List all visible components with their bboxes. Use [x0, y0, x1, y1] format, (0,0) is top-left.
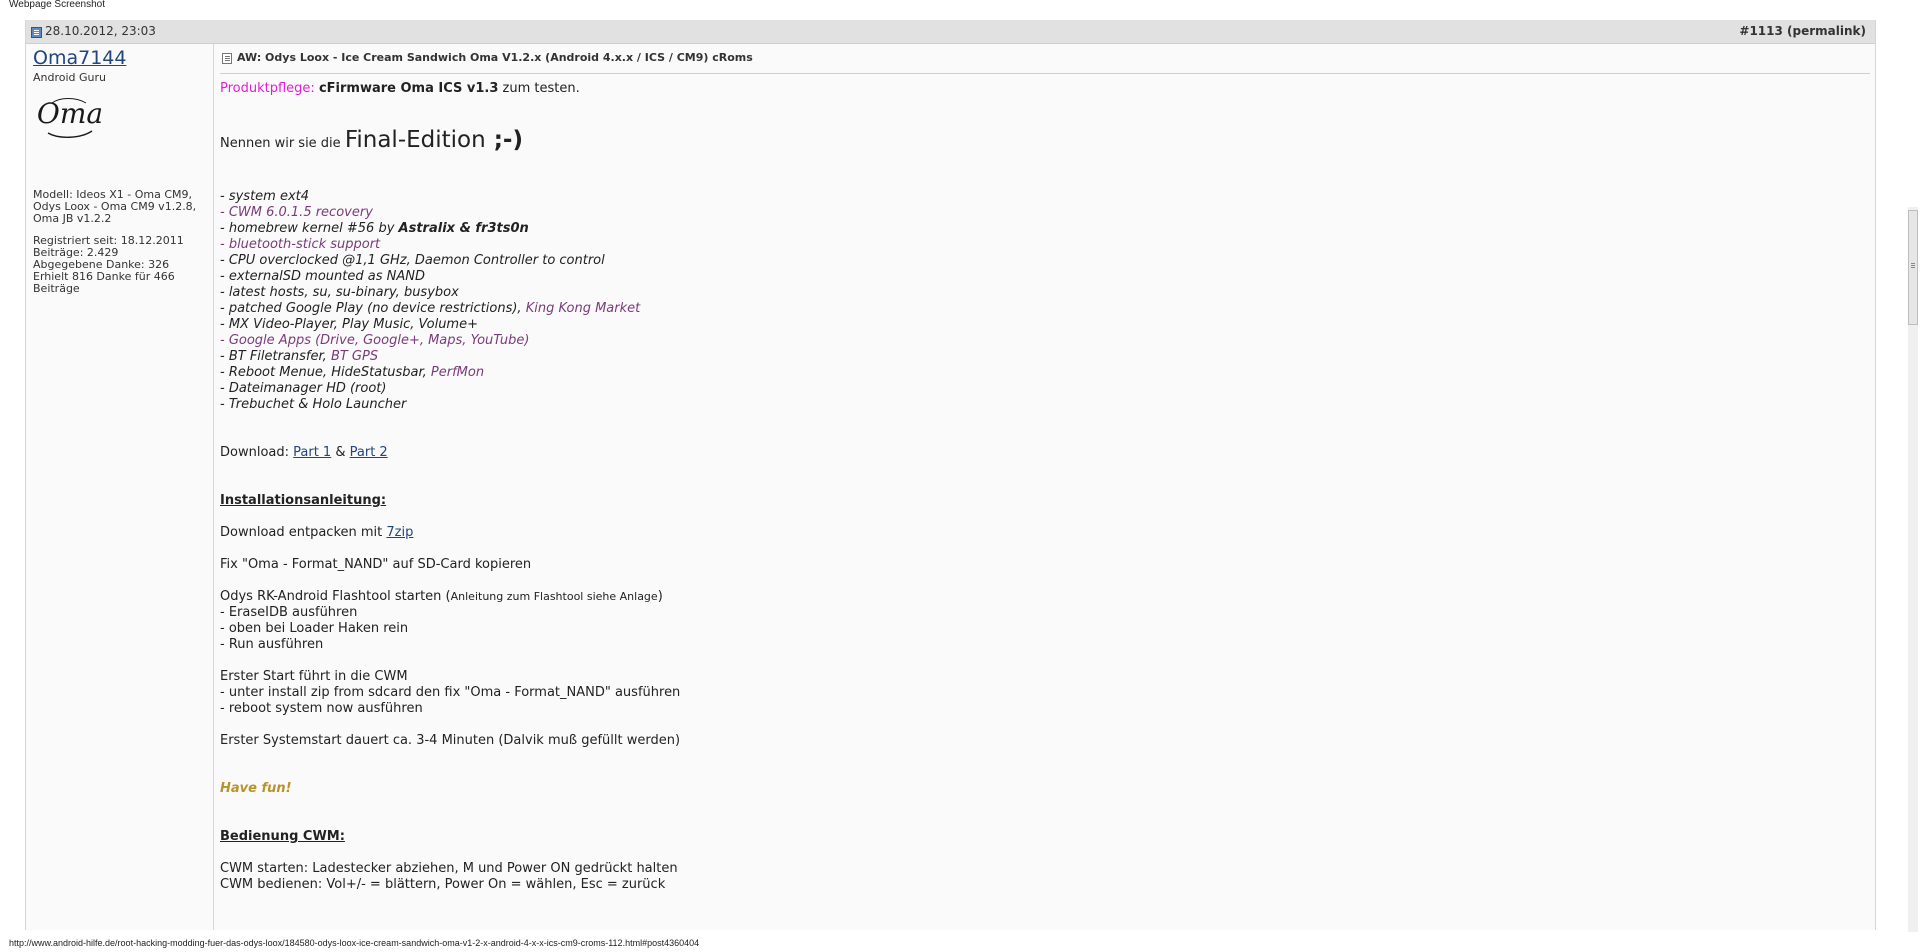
step-line: - reboot system now ausführen [220, 701, 423, 716]
wink-text: ;-) [485, 127, 523, 153]
flashtool-note: Anleitung zum Flashtool siehe Anlage [450, 590, 658, 603]
nennen-text: Nennen wir sie die [220, 136, 345, 151]
post-title: AW: Odys Loox - Ice Cream Sandwich Oma V… [237, 51, 753, 64]
user-thanks-received-2: Beiträge [33, 282, 80, 295]
feature-item: - bluetooth-stick support [220, 237, 381, 252]
feature-item: - Dateimanager HD (root) [220, 381, 387, 396]
flashtool-line: Odys RK-Android Flashtool starten (Anlei… [220, 589, 663, 604]
vertical-scrollbar[interactable] [1906, 207, 1920, 932]
cwm-start-line: CWM starten: Ladestecker abziehen, M und… [220, 861, 678, 876]
flashtool-text: Odys RK-Android Flashtool starten ( [220, 589, 451, 604]
feature-bt-gps: BT GPS [330, 349, 379, 364]
feature-item: - externalSD mounted as NAND [220, 269, 425, 284]
feature-item: - patched Google Play (no device restric… [220, 301, 640, 316]
produktpflege-line: Produktpflege: cFirmware Oma ICS v1.3 zu… [220, 81, 580, 96]
avatar-logo-text: Oma [37, 97, 103, 130]
step-line: - unter install zip from sdcard den fix … [220, 685, 681, 700]
unzip-text: Download entpacken mit [220, 525, 387, 540]
feature-text: - Reboot Menue, HideStatusbar, [220, 365, 431, 380]
feature-item: - CPU overclocked @1,1 GHz, Daemon Contr… [220, 253, 605, 268]
cwm-heading: Bedienung CWM: [220, 829, 345, 844]
fix-copy-line: Fix "Oma - Format_NAND" auf SD-Card kopi… [220, 557, 532, 572]
feature-item: - latest hosts, su, su-binary, busybox [220, 285, 459, 300]
feature-perfmon: PerfMon [430, 365, 485, 380]
avatar[interactable]: Oma [36, 89, 104, 145]
feature-item: - CWM 6.0.1.5 recovery [220, 205, 373, 220]
scrollbar-thumb[interactable] [1908, 210, 1918, 325]
produktpflege-rest: zum testen. [498, 81, 580, 96]
step-line: - Run ausführen [220, 637, 324, 652]
user-details: Modell: Ideos X1 - Oma CM9, Odys Loox - … [33, 189, 209, 305]
post-number-link[interactable]: #1113 [1739, 24, 1782, 38]
have-fun-text: Have fun! [220, 781, 292, 796]
final-edition-line: Nennen wir sie die Final-Edition ;-) [220, 127, 523, 153]
feature-item: - Reboot Menue, HideStatusbar, PerfMon [220, 365, 484, 380]
post-title-icon [222, 53, 232, 64]
download-line: Download: Part 1 & Part 2 [220, 445, 388, 460]
post-header: 28.10.2012, 23:03 #1113 (permalink) [26, 20, 1875, 44]
produktpflege-label: Produktpflege: [220, 81, 315, 96]
feature-market: King Kong Market [525, 301, 641, 316]
post-number-area: #1113 (permalink) [1739, 24, 1866, 38]
webpage-screenshot-label: Webpage Screenshot [9, 0, 105, 10]
post-title-bar: AW: Odys Loox - Ice Cream Sandwich Oma V… [220, 50, 1870, 74]
flashtool-close: ) [657, 589, 663, 604]
firmware-name: cFirmware Oma ICS v1.3 [318, 81, 499, 96]
forum-post: 28.10.2012, 23:03 #1113 (permalink) Oma7… [25, 20, 1876, 930]
7zip-link[interactable]: 7zip [386, 525, 413, 540]
feature-authors: Astralix & fr3ts0n [398, 221, 529, 236]
feature-text: - homebrew kernel #56 by [220, 221, 399, 236]
status-url: http://www.android-hilfe.de/root-hacking… [9, 938, 700, 948]
post-date: 28.10.2012, 23:03 [45, 24, 156, 38]
install-heading: Installationsanleitung: [220, 493, 387, 508]
feature-item: - homebrew kernel #56 by Astralix & fr3t… [220, 221, 529, 236]
cwm-operate-line: CWM bedienen: Vol+/- = blättern, Power O… [220, 877, 666, 892]
feature-text: - BT Filetransfer, [220, 349, 331, 364]
download-label: Download: [220, 445, 294, 460]
feature-item: - Google Apps (Drive, Google+, Maps, You… [220, 333, 530, 348]
user-model-line3: Oma JB v1.2.2 [33, 212, 112, 225]
feature-item: - Trebuchet & Holo Launcher [220, 397, 407, 412]
feature-item: - system ext4 [220, 189, 310, 204]
first-start-line: Erster Start führt in die CWM [220, 669, 408, 684]
feature-item: - MX Video-Player, Play Music, Volume+ [220, 317, 478, 332]
feature-item: - BT Filetransfer, BT GPS [220, 349, 378, 364]
username-link[interactable]: Oma7144 [33, 47, 126, 69]
download-part2-link[interactable]: Part 2 [350, 445, 388, 460]
user-info-pane: Oma7144 Android Guru Oma Modell: Ideos X… [26, 44, 214, 930]
feature-text: - patched Google Play (no device restric… [220, 301, 526, 316]
unzip-line: Download entpacken mit 7zip [220, 525, 413, 540]
step-line: - EraseIDB ausführen [220, 605, 358, 620]
permalink-link[interactable]: permalink [1793, 24, 1861, 38]
step-line: - oben bei Loader Haken rein [220, 621, 409, 636]
download-amp: & [331, 445, 350, 460]
user-title: Android Guru [33, 71, 107, 84]
systemstart-line: Erster Systemstart dauert ca. 3-4 Minute… [220, 733, 681, 748]
final-edition-text: Final-Edition [344, 127, 486, 153]
post-status-icon [31, 27, 42, 38]
download-part1-link[interactable]: Part 1 [293, 445, 331, 460]
